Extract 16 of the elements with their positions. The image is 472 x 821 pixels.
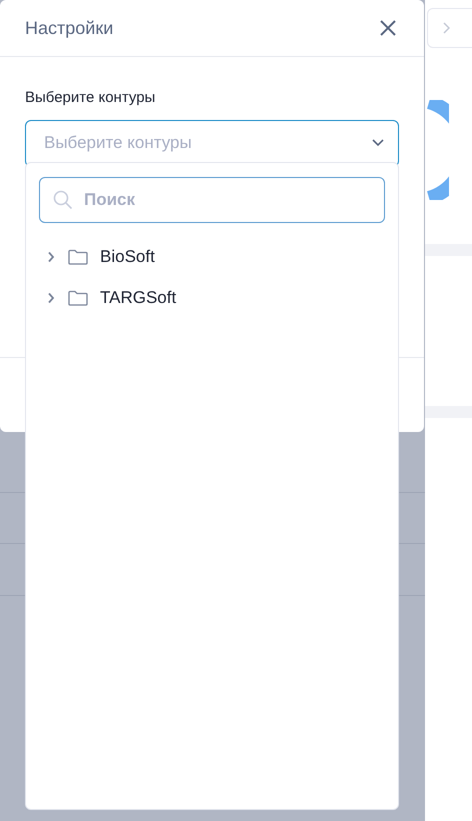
panel-gap [425, 244, 472, 256]
folder-icon [68, 290, 88, 306]
select-placeholder: Выберите контуры [44, 132, 192, 154]
field-label: Выберите контуры [25, 88, 156, 108]
panel-gap [425, 406, 472, 418]
search-field[interactable]: Поиск [39, 177, 385, 223]
close-icon [380, 20, 396, 36]
caret-icon [372, 139, 384, 147]
chevron-right-icon [442, 22, 450, 34]
tree-item-label[interactable]: BioSoft [100, 244, 155, 270]
tree-item-label[interactable]: TARGSoft [100, 284, 176, 310]
folder-icon [68, 248, 88, 264]
search-icon [53, 190, 73, 210]
dialog-title: Настройки [25, 16, 114, 40]
chevron-icon[interactable] [47, 292, 55, 304]
chevron-icon[interactable] [47, 250, 55, 262]
